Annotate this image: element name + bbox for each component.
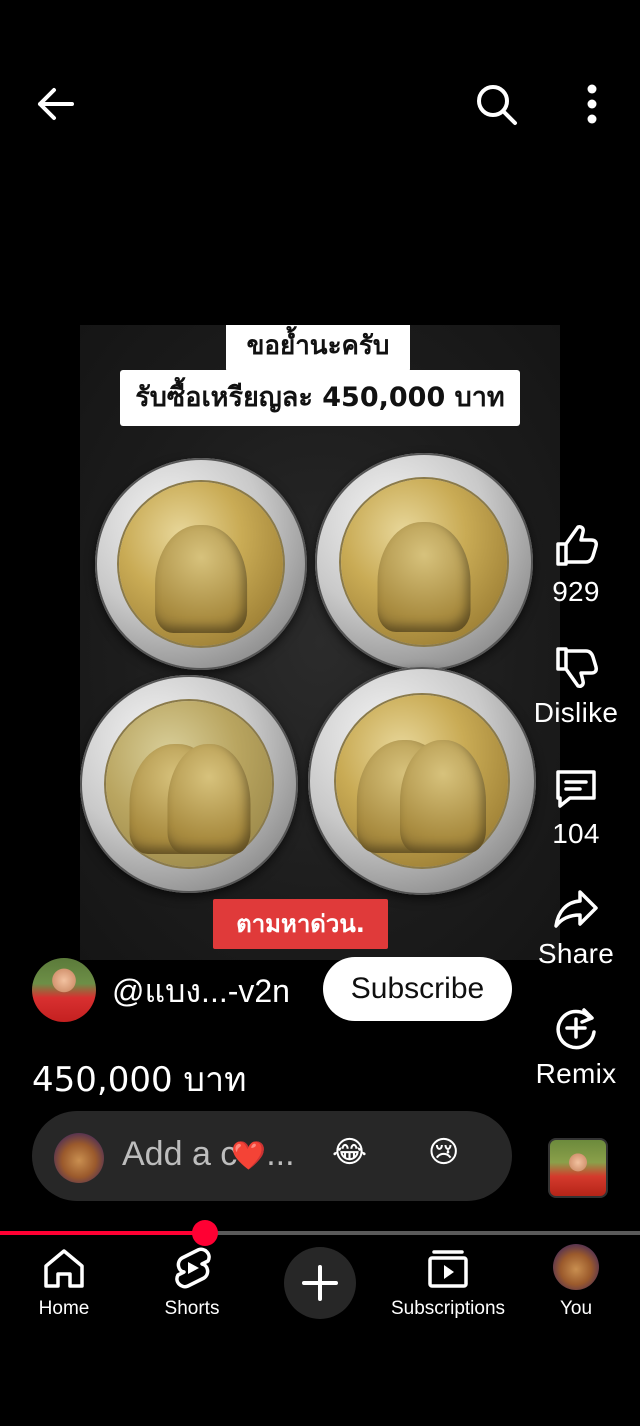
comment-count: 104 — [552, 818, 600, 849]
channel-name[interactable]: @แบง...-v2n — [112, 966, 290, 1017]
user-avatar — [54, 1133, 104, 1183]
like-button[interactable]: 929 — [521, 522, 631, 608]
progress-fill — [0, 1231, 205, 1235]
create-button[interactable] — [284, 1247, 356, 1319]
remix-button[interactable]: Remix — [521, 1004, 631, 1090]
subscriptions-icon — [428, 1250, 468, 1288]
nav-home[interactable]: Home — [24, 1244, 104, 1320]
nav-shorts-label: Shorts — [164, 1298, 220, 1319]
search-button[interactable] — [468, 78, 524, 130]
thumbs-up-icon — [556, 525, 598, 566]
caption-line-2: รับซื้อเหรียญละ 450,000 บาท — [120, 370, 520, 426]
more-options-button[interactable] — [570, 78, 614, 130]
nav-you-label: You — [559, 1298, 593, 1319]
plus-icon — [302, 1265, 338, 1301]
dislike-label: Dislike — [533, 697, 619, 728]
comments-button[interactable]: 104 — [521, 764, 631, 850]
video-title[interactable]: 450,000 บาท — [32, 1052, 247, 1106]
remix-label: Remix — [535, 1058, 617, 1089]
progress-handle[interactable] — [191, 1220, 218, 1246]
more-vertical-icon — [587, 84, 597, 124]
heart-emoji[interactable]: ❤️ — [231, 1140, 266, 1171]
video-player[interactable]: ขอย้ำนะครับ รับซื้อเหรียญละ 450,000 บาท … — [80, 325, 560, 960]
comment-icon — [556, 770, 596, 808]
avatar — [553, 1244, 599, 1290]
crying-emoji[interactable]: 😢 — [428, 1135, 459, 1170]
coin-top-left — [95, 458, 307, 670]
search-urgent-badge: ตามหาด่วน. — [213, 899, 388, 949]
caption-line-1: ขอย้ำนะครับ — [226, 325, 410, 372]
comment-placeholder[interactable]: Add a c❤️... — [122, 1135, 295, 1174]
dislike-button[interactable]: Dislike — [521, 643, 631, 729]
add-comment-bar[interactable]: Add a c❤️... 😂 😢 — [32, 1111, 512, 1201]
nav-subscriptions-label: Subscriptions — [390, 1298, 506, 1319]
like-count: 929 — [552, 576, 600, 607]
laughing-emoji[interactable]: 😂 — [332, 1135, 367, 1170]
coin-top-right — [315, 453, 533, 671]
thumbs-down-icon — [556, 647, 598, 688]
nav-you[interactable]: You — [540, 1244, 612, 1320]
home-icon — [44, 1249, 84, 1288]
share-button[interactable]: Share — [521, 884, 631, 970]
coin-bottom-left — [80, 675, 298, 893]
sound-thumbnail[interactable] — [548, 1138, 608, 1198]
search-icon — [477, 85, 517, 125]
shorts-icon — [175, 1247, 211, 1289]
subscribe-button[interactable]: Subscribe — [323, 957, 512, 1021]
back-button[interactable] — [28, 80, 84, 128]
nav-home-label: Home — [38, 1298, 90, 1319]
nav-shorts[interactable]: Shorts — [150, 1244, 234, 1320]
remix-icon — [556, 1008, 596, 1050]
share-label: Share — [537, 938, 615, 969]
share-icon — [554, 890, 598, 928]
nav-subscriptions[interactable]: Subscriptions — [384, 1244, 512, 1320]
channel-avatar[interactable] — [32, 958, 96, 1022]
coin-bottom-right — [308, 667, 536, 895]
arrow-left-icon — [38, 88, 74, 120]
